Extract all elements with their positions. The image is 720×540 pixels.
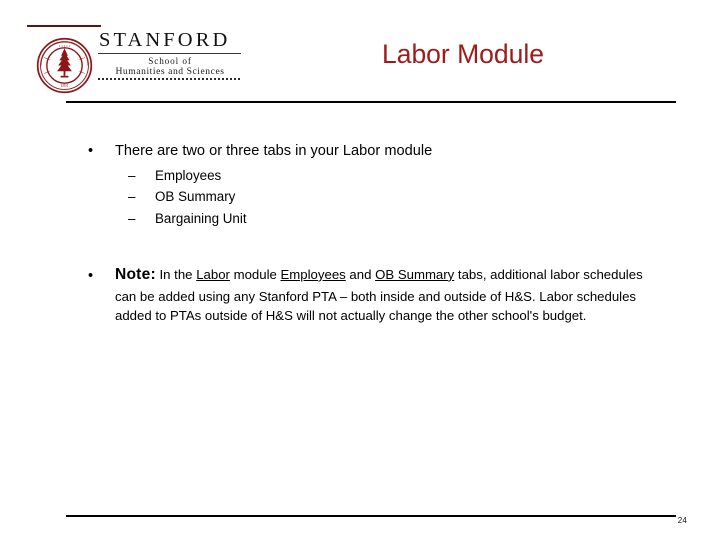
svg-text:• • • • •: • • • • •	[59, 43, 71, 48]
wordmark-school-of: School of	[148, 55, 192, 66]
bullet-marker: •	[88, 143, 94, 159]
sub-bullet-list: – Employees – OB Summary – Bargaining Un…	[82, 168, 652, 228]
wordmark-humanities-and-sciences: Humanities and Sciences	[115, 66, 225, 78]
note-segment-1: In the	[155, 266, 197, 282]
bullet-text: There are two or three tabs in your Labo…	[115, 143, 433, 159]
stanford-seal-icon: • • • • • 1891	[36, 37, 93, 94]
wordmark-rule-bottom	[98, 78, 241, 81]
slide-canvas: • • • • • 1891 STANFORD School of Humani…	[0, 0, 720, 540]
list-item: – Bargaining Unit	[82, 211, 652, 228]
dash-marker: –	[128, 189, 136, 205]
logo-accent-rule	[27, 25, 101, 27]
footer-divider	[66, 515, 676, 517]
bullet-item-primary: • There are two or three tabs in your La…	[82, 142, 652, 161]
sub-bullet-text-employees: Employees	[155, 167, 222, 183]
stanford-logo: • • • • • 1891 STANFORD School of Humani…	[27, 20, 242, 98]
note-link-labor: Labor	[196, 266, 230, 282]
sub-bullet-text-ob-summary: OB Summary	[155, 189, 236, 205]
slide-body: • There are two or three tabs in your La…	[82, 142, 652, 325]
header-divider	[66, 101, 676, 103]
note-label: Note:	[115, 265, 156, 283]
list-item: – OB Summary	[82, 189, 652, 206]
note-link-employees: Employees	[280, 266, 346, 282]
page-title: Labor Module	[381, 39, 545, 69]
note-segment-3: and	[345, 266, 376, 282]
dash-marker: –	[128, 167, 136, 183]
note-link-ob-summary: OB Summary	[375, 266, 455, 282]
sub-bullet-text-bargaining-unit: Bargaining Unit	[155, 211, 247, 227]
dash-marker: –	[128, 211, 136, 227]
svg-text:1891: 1891	[61, 83, 69, 88]
wordmark-rule-top	[98, 52, 241, 54]
list-item: – Employees	[82, 168, 652, 185]
stanford-wordmark: STANFORD School of Humanities and Scienc…	[98, 29, 242, 81]
note-segment-2: module	[229, 266, 281, 282]
wordmark-stanford: STANFORD	[99, 29, 231, 51]
note-paragraph: • Note: In the Labor module Employees and…	[82, 264, 667, 325]
bullet-marker: •	[88, 267, 94, 284]
page-number: 24	[677, 516, 687, 525]
